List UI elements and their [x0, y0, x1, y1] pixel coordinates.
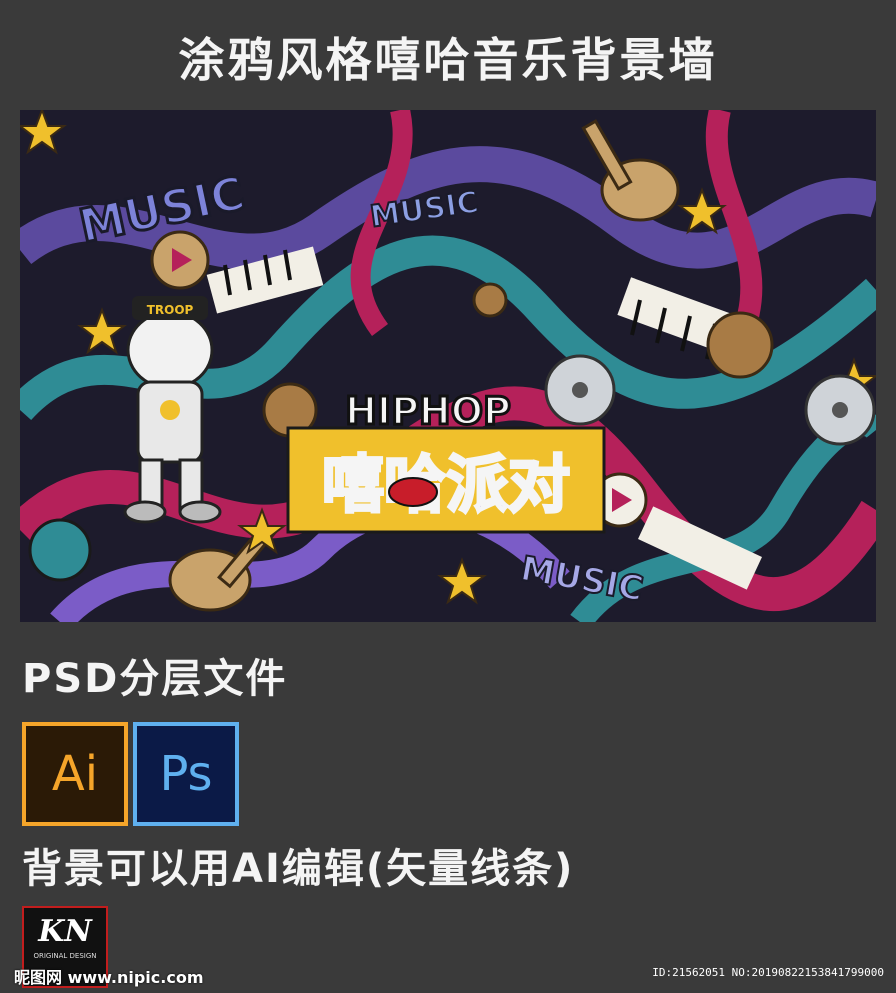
illustrator-icon: Ai — [22, 722, 128, 826]
watermark-site: 昵图网 www.nipic.com — [14, 968, 204, 987]
logo-subtext: ORIGINAL DESIGN — [33, 952, 97, 960]
edit-note: 背景可以用AI编辑(矢量线条) — [22, 846, 575, 892]
ai-label: Ai — [51, 746, 99, 802]
file-type-label: PSD分层文件 — [22, 656, 288, 702]
cap-text: TROOP — [147, 303, 194, 317]
lips-icon — [388, 477, 438, 507]
graffiti-illustration: MUSIC MUSIC MUSIC TROOP HIPHOP 嘻哈派对 — [20, 110, 876, 622]
logo-text: KN — [38, 914, 92, 949]
party-text: 嘻哈派对 — [322, 448, 570, 521]
hiphop-text: HIPHOP — [345, 389, 511, 433]
photoshop-icon: Ps — [133, 722, 239, 826]
watermark-id: ID:21562051 NO:20190822153841799000 — [652, 966, 884, 979]
ps-label: Ps — [159, 746, 213, 802]
page-title: 涂鸦风格嘻哈音乐背景墙 — [178, 33, 718, 87]
graffiti-poster: MUSIC MUSIC MUSIC TROOP HIPHOP 嘻哈派对 — [20, 110, 876, 622]
